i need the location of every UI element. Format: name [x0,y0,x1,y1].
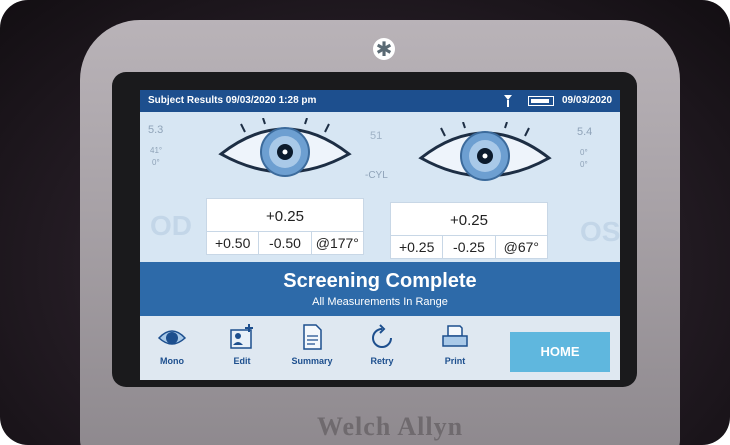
right-side-angle: 0° [580,148,588,157]
left-sphere-value: +0.25 [266,208,304,225]
bottom-toolbar: Mono Edit Summary Retry Print HOME [140,316,620,380]
printer-icon [442,325,468,347]
mono-label: Mono [160,356,184,366]
retry-button[interactable]: Retry [352,322,412,376]
right-axis-value: @67° [503,239,540,255]
status-bar: Subject Results 09/03/2020 1:28 pm 09/03… [140,90,620,112]
eye-results-area: 5.3 41° 0° OD 5.4 0° 0° OS 51 -CYL +0.25… [140,112,620,262]
edit-button[interactable]: Edit [212,322,272,376]
retry-icon [372,324,392,348]
center-value: 51 [370,130,383,142]
background: ✱ Welch Allyn Subject Results 09/03/2020… [0,0,730,445]
battery-icon [528,96,554,106]
device-screen: Subject Results 09/03/2020 1:28 pm 09/03… [140,90,620,380]
left-cyl-row: +0.50 -0.50 @177° [207,231,363,254]
status-date: 09/03/2020 [562,95,613,106]
summary-label: Summary [291,356,333,366]
left-cyl-value: +0.50 [207,232,260,254]
left-axis-cyl-value: -0.50 [259,232,312,254]
retry-label: Retry [370,356,394,366]
status-title: Subject Results 09/03/2020 1:28 pm [148,95,317,106]
left-eye-results: +0.25 +0.50 -0.50 @177° [206,198,364,255]
device-logo-icon: ✱ [373,38,395,60]
edit-profile-icon [230,324,253,349]
cyl-label: -CYL [365,170,388,181]
left-side-angle-low: 0° [152,158,160,167]
device-brand: Welch Allyn [316,412,464,441]
right-axis-cyl-value: -0.25 [443,236,496,258]
edit-label: Edit [233,356,251,366]
left-axis-value: @177° [315,235,359,251]
banner-title: Screening Complete [283,270,477,292]
print-label: Print [444,356,466,366]
right-eye-label: OS [580,216,620,247]
home-button[interactable]: HOME [510,332,610,372]
right-eye-results: +0.25 +0.25 -0.25 @67° [390,202,548,259]
screening-banner: Screening Complete All Measurements In R… [140,262,620,316]
left-eye-label: OD [150,210,192,241]
mono-button[interactable]: Mono [142,322,202,376]
right-side-angle-low: 0° [580,160,588,169]
signal-icon [504,95,512,107]
document-icon [303,324,322,350]
right-cyl-value: +0.25 [391,236,444,258]
eye-icon [157,330,187,345]
right-sphere-value: +0.25 [450,212,488,229]
banner-subtitle: All Measurements In Range [312,296,448,308]
summary-button[interactable]: Summary [282,322,342,376]
right-cyl-row: +0.25 -0.25 @67° [391,235,547,258]
right-side-value: 5.4 [577,126,593,138]
print-button[interactable]: Print [425,322,485,376]
left-eye-icon [215,117,355,186]
left-side-angle: 41° [150,146,163,155]
left-side-value: 5.3 [148,124,164,136]
right-eye-icon [415,121,555,190]
photo: ✱ Welch Allyn Subject Results 09/03/2020… [0,0,730,445]
